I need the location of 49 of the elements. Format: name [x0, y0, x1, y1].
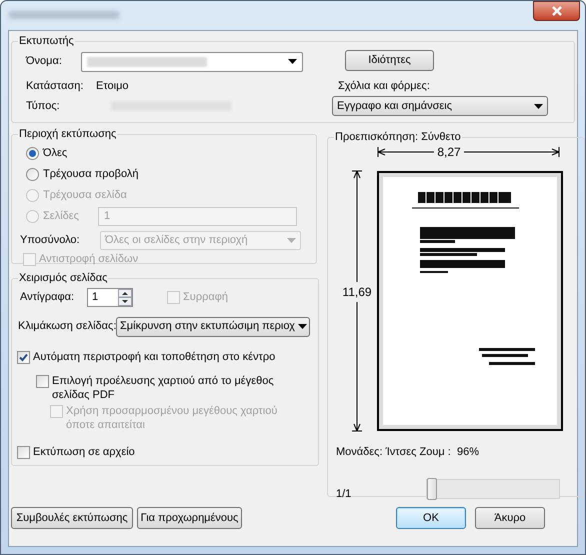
radio-label: Τρέχουσα σελίδα — [43, 188, 127, 203]
comments-dropdown[interactable]: Εγγραφο και σημάνσεις — [332, 96, 548, 116]
copies-spinner[interactable]: 1 — [87, 288, 133, 306]
page-counter: 1/1 — [336, 487, 352, 502]
close-icon[interactable] — [550, 6, 562, 16]
checkbox-label: Αντιστροφή σελίδων — [39, 252, 138, 266]
field-label: Όνομα: — [26, 54, 63, 70]
radio-label: Όλες — [43, 146, 68, 161]
dimension-label: 11,69 — [342, 284, 372, 298]
dialog-button[interactable]: Άκυρο — [475, 507, 545, 529]
dialog-button[interactable]: Για προχωρημένους — [137, 507, 242, 529]
checkbox[interactable] — [17, 446, 30, 458]
field-label: Σχόλια και φόρμες: — [338, 80, 430, 92]
radio-button[interactable] — [26, 146, 39, 160]
dimension-label: 8,27 — [437, 146, 461, 158]
field-label: Υποσύνολο: — [20, 232, 81, 248]
dialog-button[interactable]: OK — [396, 507, 466, 529]
properties-button[interactable]: Ιδιότητες — [345, 50, 434, 70]
checkbox-label: Χρήση προσαρμοσμένου μεγέθους χαρτιού όποτε απαιτείται — [66, 404, 278, 432]
page-slider[interactable] — [426, 479, 560, 500]
status-value: Ετοιμο — [96, 78, 129, 94]
field-label: Τύπος: — [26, 99, 61, 114]
field-label: Κλιμάκωση σελίδας: — [18, 319, 116, 334]
dropdown-caret-icon — [534, 104, 543, 108]
field-label: Κατάσταση: — [26, 78, 84, 94]
slider-thumb[interactable] — [427, 478, 437, 500]
radio-label: Τρέχουσα προβολή — [43, 166, 139, 182]
field-label: Αντίγραφα: — [20, 290, 76, 305]
group-label: Προεπισκόπηση: Σύνθετο — [334, 130, 462, 145]
units-zoom-label: Μονάδες: Ίντσες Ζουμ : 96% — [336, 446, 479, 458]
dropdown-caret-icon — [298, 324, 307, 329]
group-label: Περιοχή εκτύπωσης — [18, 127, 118, 142]
spinner-arrows-icon[interactable] — [118, 288, 132, 306]
checkbox[interactable] — [17, 350, 30, 364]
checkbox-label: Συρραφή — [183, 290, 228, 304]
radio-label: Σελίδες — [43, 208, 79, 224]
scaling-dropdown[interactable]: Σμίκρυνση στην εκτυπώσιμη περιοχ — [116, 316, 310, 336]
checkbox-label: Εκτύπωση σε αρχείο — [33, 444, 135, 458]
dropdown-caret-icon — [287, 238, 296, 242]
checkbox-label: Αυτόματη περιστροφή και τοποθέτηση στο κέντρο — [33, 350, 276, 364]
close-button[interactable] — [533, 1, 580, 21]
dialog-button[interactable]: Συμβουλές εκτύπωσης — [11, 507, 133, 529]
radio-button[interactable] — [26, 168, 39, 180]
checkbox-label: Επιλογή προέλευσης χαρτιού από το μέγεθος σελίδας PDF — [52, 374, 275, 402]
printer-dropdown[interactable] — [81, 52, 303, 72]
group-label: Εκτυπωτής — [18, 34, 75, 49]
dropdown-caret-icon — [288, 59, 297, 64]
checkbox[interactable] — [36, 374, 49, 388]
group-label: Χειρισμός σελίδας — [18, 271, 108, 286]
